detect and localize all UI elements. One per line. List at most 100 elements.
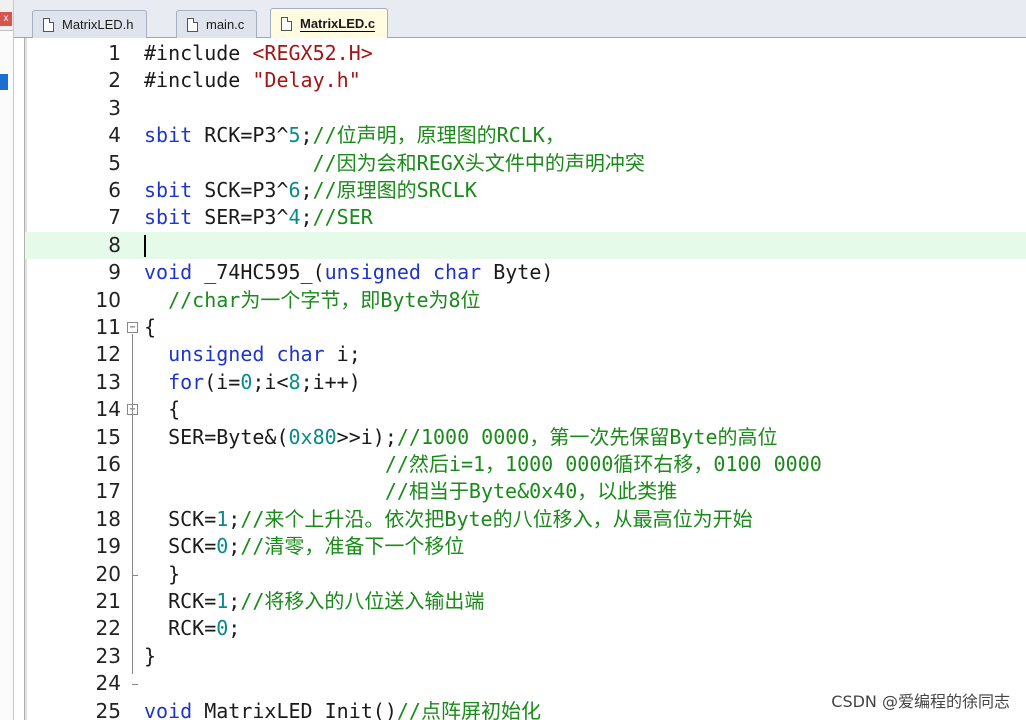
code-line[interactable]: 14 { [25,396,1026,423]
code-token: 4 [288,205,301,230]
code-token: ; [228,616,241,641]
code-token: //将移入的八位送入输出端 [240,589,485,613]
code-text[interactable] [144,232,146,259]
code-line[interactable]: 20 } [25,561,1026,588]
fold-end-marker [132,574,138,576]
code-text[interactable]: //因为会和REGX头文件中的声明冲突 [144,150,645,177]
tab-matrixled-c[interactable]: MatrixLED.c [270,8,389,39]
tab-main-c[interactable]: main.c [176,10,258,38]
project-panel-strip: x [0,0,14,720]
code-token: void [144,260,193,285]
code-token: <REGX52.H> [252,41,373,65]
text-caret [144,235,146,258]
close-panel-icon[interactable]: x [0,12,12,26]
code-token: _74HC595_( [192,260,325,285]
line-number: 19 [95,534,121,559]
code-line[interactable]: 7 sbit SER=P3^4;//SER [25,204,1026,231]
code-text[interactable]: void _74HC595_(unsigned char Byte) [144,259,553,286]
line-number: 1 [108,41,121,65]
code-text[interactable]: SCK=0;//清零，准备下一个移位 [144,533,464,560]
code-text[interactable]: //然后i=1，1000 0000循环右移，0100 0000 [144,451,822,478]
code-text[interactable]: for(i=0;i<8;i++) [144,369,361,396]
code-line[interactable]: 3 [25,95,1026,122]
code-line[interactable]: 17 //相当于Byte&0x40，以此类推 [25,478,1026,505]
code-text[interactable]: RCK=1;//将移入的八位送入输出端 [144,588,484,615]
code-token: ;i++) [300,369,361,394]
code-editor[interactable]: 1 #include <REGX52.H> 2 #include "Delay.h" 3… [24,38,1026,720]
code-text[interactable]: } [144,643,156,670]
code-line[interactable]: 19 SCK=0;//清零，准备下一个移位 [25,533,1026,560]
code-token: "Delay.h" [252,68,361,93]
code-line[interactable]: 6 sbit SCK=P3^6;//原理图的SRCLK [25,177,1026,204]
fold-guide-line [132,334,133,675]
code-line[interactable]: 16 //然后i=1，1000 0000循环右移，0100 0000 [25,451,1026,478]
code-token: unsigned char [168,342,325,367]
code-text[interactable]: SER=Byte&(0x80>>i);//1000 0000，第一次先保留Byt… [144,424,777,451]
line-number: 7 [108,205,121,230]
code-token: SCK=P3^ [192,178,289,202]
code-line[interactable]: 11 { [25,314,1026,341]
tab-matrixled-h[interactable]: MatrixLED.h [32,10,147,38]
line-number: 6 [108,178,121,202]
line-number: 10 [95,287,121,312]
line-number: 25 [95,698,121,720]
code-token: ; [228,534,241,559]
code-token: //原理图的SRCLK [312,178,477,202]
code-line[interactable]: 8 [25,231,1026,260]
code-token: //清零，准备下一个移位 [240,534,465,559]
code-line[interactable]: 22 RCK=0; [25,615,1026,642]
code-token: 0 [216,534,229,559]
code-line[interactable]: 18 SCK=1;//来个上升沿。依次把Byte的八位移入，从最高位为开始 [25,506,1026,533]
code-token: //然后i=1，1000 0000循环右移，0100 0000 [384,452,822,476]
code-token: ; [300,123,313,148]
code-text[interactable]: { [144,314,156,341]
code-text[interactable]: sbit SER=P3^4;//SER [144,204,373,231]
code-token: 1 [216,506,229,531]
code-line[interactable]: 23} [25,643,1026,670]
code-text[interactable]: void MatrixLED_Init()//点阵屏初始化 [144,698,541,720]
code-token: RCK= [144,616,217,641]
code-line[interactable]: 2 #include "Delay.h" [25,67,1026,94]
code-token: #include [144,41,253,65]
code-text[interactable]: { [144,396,180,423]
code-line[interactable]: 4 sbit RCK=P3^5;//位声明，原理图的RCLK， [25,122,1026,149]
code-text[interactable]: //char为一个字节，即Byte为8位 [144,287,480,314]
code-token: sbit [144,205,193,230]
code-token: { [144,397,181,422]
code-line[interactable]: 13 for(i=0;i<8;i++) [25,369,1026,396]
code-token: SCK= [144,534,217,559]
code-text[interactable]: //相当于Byte&0x40，以此类推 [144,478,677,505]
code-line[interactable]: 10 //char为一个字节，即Byte为8位 [25,287,1026,314]
code-token: } [144,561,181,586]
code-line[interactable]: 15 SER=Byte&(0x80>>i);//1000 0000，第一次先保留… [25,424,1026,451]
code-token: i; [324,342,361,367]
editor-tab-bar: MatrixLED.h main.c MatrixLED.c [14,0,1026,39]
code-token: sbit [144,178,193,202]
code-line[interactable]: 12 unsigned char i; [25,341,1026,368]
line-number: 18 [95,506,121,531]
code-text[interactable]: SCK=1;//来个上升沿。依次把Byte的八位移入，从最高位为开始 [144,506,753,533]
code-token: Byte) [481,260,554,285]
code-text[interactable]: } [144,561,180,588]
selected-item-marker [0,74,8,90]
code-line[interactable]: 9 void _74HC595_(unsigned char Byte) [25,259,1026,286]
line-number: 2 [108,68,121,93]
code-text[interactable]: sbit SCK=P3^6;//原理图的SRCLK [144,177,477,204]
code-text[interactable]: sbit RCK=P3^5;//位声明，原理图的RCLK， [144,122,565,149]
code-line[interactable]: 1 #include <REGX52.H> [25,40,1026,67]
code-token: //来个上升沿。依次把Byte的八位移入，从最高位为开始 [240,506,753,531]
code-token: //相当于Byte&0x40，以此类推 [384,479,678,504]
fold-toggle-icon[interactable]: − [127,322,138,333]
line-number: 11 [95,315,121,339]
project-tree-edge[interactable] [0,30,13,720]
code-text[interactable]: #include <REGX52.H> [144,40,373,67]
code-token: //点阵屏初始化 [396,698,541,720]
code-token: #include [144,68,253,93]
code-text[interactable]: unsigned char i; [144,341,361,368]
code-line[interactable]: 5 //因为会和REGX头文件中的声明冲突 [25,150,1026,177]
code-text[interactable]: RCK=0; [144,615,240,642]
code-text[interactable]: #include "Delay.h" [144,67,361,94]
code-token: ;i< [252,369,289,394]
code-line[interactable]: 21 RCK=1;//将移入的八位送入输出端 [25,588,1026,615]
